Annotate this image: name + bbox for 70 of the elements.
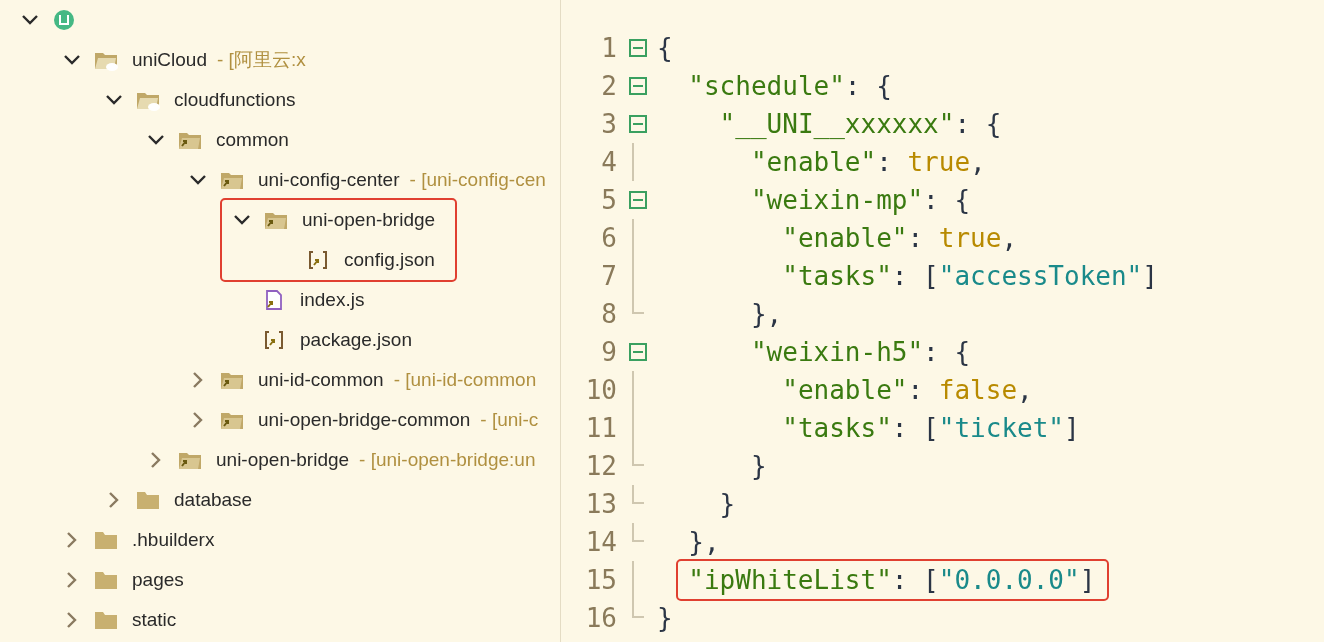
tree-item[interactable]: uni-id-common	[258, 369, 384, 391]
line-number: 6	[600, 223, 617, 253]
json-file-icon	[262, 329, 286, 351]
folder-icon	[94, 569, 118, 591]
fold-end-mark	[632, 447, 644, 466]
code-line: },	[687, 527, 720, 557]
fold-toggle-icon[interactable]	[629, 77, 647, 95]
code-line: },	[749, 299, 783, 329]
tree-item[interactable]: database	[174, 489, 253, 511]
code-line: "__UNI__xxxxxx": {	[718, 109, 1002, 139]
line-number: 13	[584, 489, 617, 519]
fold-toggle-icon[interactable]	[629, 115, 647, 133]
tree-item[interactable]: uni-open-bridge	[216, 449, 350, 471]
tree-item[interactable]: package.json	[300, 329, 412, 351]
line-number: 7	[600, 261, 617, 291]
fold-guide-line	[632, 561, 634, 599]
code-line: "tasks": ["ticket"]	[781, 413, 1080, 443]
line-number: 5	[600, 185, 617, 215]
folder-icon	[94, 609, 118, 631]
line-number: 2	[600, 71, 617, 101]
tree-item-note: - [uni-config-cen	[409, 169, 546, 191]
fold-toggle-icon[interactable]	[629, 191, 647, 209]
tree-item[interactable]: static	[132, 609, 177, 631]
line-number: 3	[600, 109, 617, 139]
tree-item[interactable]: .hbuilderx	[132, 529, 215, 551]
tree-item[interactable]: uni-config-center	[258, 169, 400, 191]
code-line: {	[657, 33, 673, 63]
fold-guide-line	[632, 143, 634, 181]
fold-end-mark	[632, 523, 644, 542]
line-number: 8	[600, 299, 617, 329]
code-line: }	[657, 603, 673, 633]
code-line: "weixin-mp": {	[749, 185, 971, 215]
project-icon	[52, 9, 76, 31]
tree-item-note: - [uni-id-common	[393, 369, 537, 391]
code-line: "enable": true,	[781, 223, 1018, 253]
line-number: 10	[584, 375, 617, 405]
fold-toggle-icon[interactable]	[629, 343, 647, 361]
tree-item[interactable]: common	[216, 129, 289, 151]
fold-end-mark	[632, 485, 644, 504]
fold-end-mark	[632, 599, 644, 618]
code-line: "enable": true,	[749, 147, 986, 177]
code-line: "enable": false,	[781, 375, 1033, 405]
code-line: "schedule": {	[687, 71, 892, 101]
line-number: 9	[600, 337, 617, 367]
tree-item-note: - [uni-c	[480, 409, 539, 431]
tree-item[interactable]: cloudfunctions	[174, 89, 296, 111]
tree-item-note: - [阿里云:x	[217, 48, 306, 72]
tree-item[interactable]: uni-open-bridge	[302, 209, 436, 231]
tree-item[interactable]: uni-open-bridge-common	[258, 409, 471, 431]
json-file-icon	[306, 249, 330, 271]
line-number: 14	[584, 527, 617, 557]
line-number: 11	[584, 413, 617, 443]
code-line: }	[749, 451, 767, 481]
tree-item[interactable]: config.json	[344, 249, 435, 271]
tree-item[interactable]: pages	[132, 569, 184, 591]
line-number: 4	[600, 147, 617, 177]
fold-end-mark	[632, 295, 644, 314]
code-line: "tasks": ["accessToken"]	[781, 261, 1158, 291]
folder-icon	[136, 489, 160, 511]
line-number: 15	[584, 565, 617, 595]
code-line: "weixin-h5": {	[749, 337, 971, 367]
code-line: }	[718, 489, 736, 519]
line-number: 16	[584, 603, 617, 633]
tree-item[interactable]: uniCloud	[132, 49, 207, 71]
tree-item-note: - [uni-open-bridge:un	[359, 449, 536, 471]
line-number: 1	[600, 33, 617, 63]
tree-item[interactable]: index.js	[300, 289, 365, 311]
fold-toggle-icon[interactable]	[629, 39, 647, 57]
line-number: 12	[584, 451, 617, 481]
folder-icon	[94, 529, 118, 551]
